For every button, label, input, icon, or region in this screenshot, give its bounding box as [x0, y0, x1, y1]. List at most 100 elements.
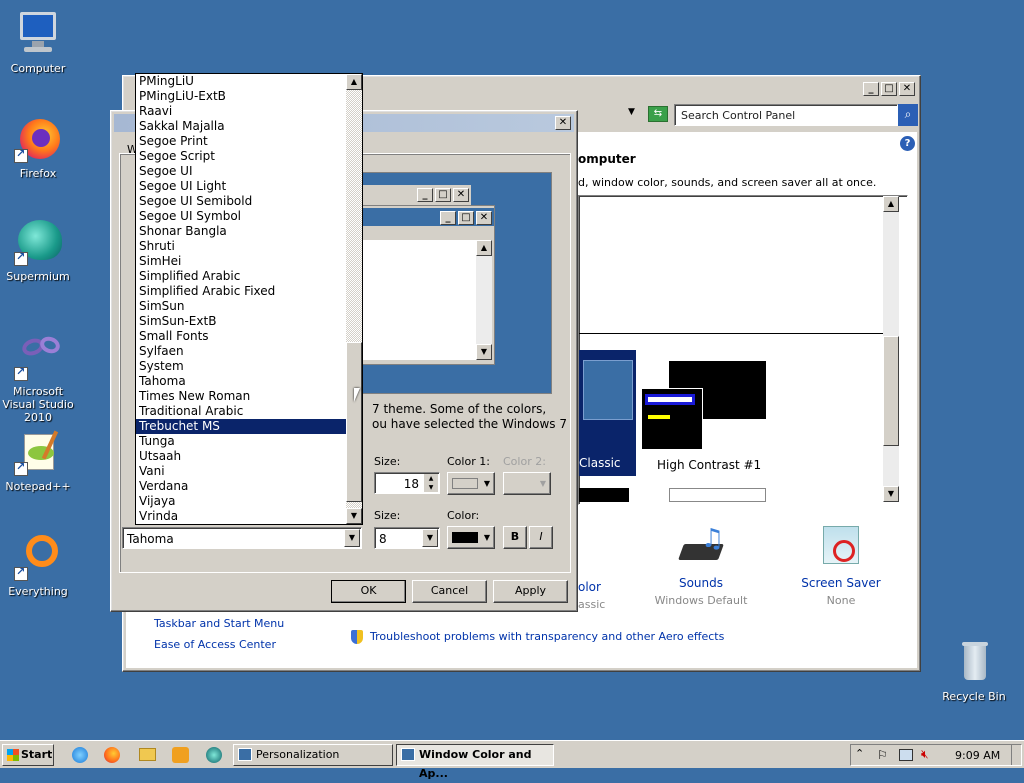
scroll-up-arrow-icon[interactable]: ▲ — [346, 74, 362, 90]
show-desktop-button[interactable] — [1011, 745, 1021, 765]
clock[interactable]: 9:09 AM — [955, 749, 1000, 762]
font-color-picker[interactable]: ▼ — [447, 526, 495, 549]
font-list-item[interactable]: System — [136, 359, 346, 374]
font-list-item[interactable]: Simplified Arabic — [136, 269, 346, 284]
volume-muted-icon[interactable]: 🔇︎ — [921, 747, 929, 762]
theme-preview-partial[interactable] — [579, 488, 629, 502]
font-list-item[interactable]: Segoe UI Light — [136, 179, 346, 194]
bold-button[interactable]: B — [503, 526, 527, 549]
font-list-item[interactable]: Raavi — [136, 104, 346, 119]
desktop-icon-computer[interactable]: Computer — [0, 10, 80, 75]
desktop-icon-label: Notepad++ — [5, 480, 71, 493]
font-list-item[interactable]: Traditional Arabic — [136, 404, 346, 419]
font-list-item[interactable]: Sakkal Majalla — [136, 119, 346, 134]
sounds-label: Sounds — [678, 576, 724, 590]
theme-classic-selected[interactable]: Classic — [579, 350, 636, 476]
font-size-select[interactable]: 8 ▼ — [374, 527, 440, 549]
font-list-item[interactable]: SimSun — [136, 299, 346, 314]
stepper-down-arrow-icon[interactable]: ▼ — [424, 483, 438, 492]
cancel-button[interactable]: Cancel — [412, 580, 487, 603]
desktop-icon-firefox[interactable]: Firefox — [0, 115, 80, 180]
font-list-item[interactable]: PMingLiU-ExtB — [136, 89, 346, 104]
font-list-item-selected[interactable]: Trebuchet MS — [136, 419, 346, 434]
color1-picker[interactable]: ▼ — [447, 472, 495, 495]
font-list-item[interactable]: Segoe Script — [136, 149, 346, 164]
font-list-scrollbar[interactable]: ▲ ▼ — [346, 74, 362, 524]
font-list-item[interactable]: Times New Roman — [136, 389, 346, 404]
font-list-item[interactable]: SimSun-ExtB — [136, 314, 346, 329]
desktop-icon-supermium[interactable]: Supermium — [0, 218, 80, 283]
troubleshoot-aero-link[interactable]: Troubleshoot problems with transparency … — [370, 630, 724, 643]
shortcut-arrow-icon — [14, 460, 28, 476]
font-list-item[interactable]: Vijaya — [136, 494, 346, 509]
address-dropdown-arrow-icon[interactable]: ▼ — [628, 107, 635, 117]
italic-button[interactable]: I — [529, 526, 553, 549]
apply-button[interactable]: Apply — [493, 580, 568, 603]
font-list-item[interactable]: Segoe Print — [136, 134, 346, 149]
font-list-item[interactable]: SimHei — [136, 254, 346, 269]
quicklaunch-explorer-icon[interactable] — [139, 748, 156, 761]
recycle-bin-icon — [950, 638, 998, 686]
close-button[interactable]: ✕ — [899, 82, 915, 96]
chevron-down-icon[interactable]: ▼ — [422, 529, 438, 547]
theme-gallery[interactable]: ▲ ▼ Classic High Contrast #1 — [578, 195, 908, 505]
ok-button[interactable]: OK — [331, 580, 406, 603]
font-list-item[interactable]: Segoe UI — [136, 164, 346, 179]
item-size-stepper[interactable]: 18 ▲ ▼ — [374, 472, 440, 494]
chevron-down-icon[interactable]: ▼ — [344, 529, 360, 547]
font-list-item[interactable]: Shruti — [136, 239, 346, 254]
font-dropdown-list[interactable]: PMingLiU PMingLiU-ExtB Raavi Sakkal Majalla… — [135, 73, 363, 525]
font-list-item[interactable]: Sylfaen — [136, 344, 346, 359]
theme-preview-partial[interactable] — [669, 488, 766, 502]
font-list-item[interactable]: Vrinda — [136, 509, 346, 524]
sounds-item[interactable]: ♫ Sounds Windows Default — [646, 522, 756, 607]
ease-of-access-link[interactable]: Ease of Access Center — [154, 638, 276, 651]
desktop-icon-everything[interactable]: Everything — [0, 533, 80, 598]
screen-saver-item[interactable]: Screen Saver None — [786, 522, 896, 607]
scroll-thumb[interactable] — [883, 336, 899, 446]
shortcut-arrow-icon — [14, 147, 28, 163]
dialog-close-button[interactable]: ✕ — [555, 116, 571, 130]
scroll-down-arrow-icon[interactable]: ▼ — [883, 486, 899, 502]
quicklaunch-media-player-icon[interactable] — [172, 747, 189, 763]
font-list-item[interactable]: Tunga — [136, 434, 346, 449]
font-list-item[interactable]: Segoe UI Symbol — [136, 209, 346, 224]
font-list-item[interactable]: Shonar Bangla — [136, 224, 346, 239]
search-icon[interactable]: ⌕ — [898, 104, 918, 126]
quicklaunch-firefox-icon[interactable] — [104, 747, 120, 763]
scroll-thumb[interactable] — [346, 342, 362, 502]
font-list-item[interactable]: Tahoma — [136, 374, 346, 389]
color2-picker[interactable]: ▼ — [503, 472, 551, 495]
quicklaunch-supermium-icon[interactable] — [206, 747, 222, 763]
network-icon[interactable] — [899, 749, 913, 761]
maximize-button[interactable]: □ — [881, 82, 897, 96]
task-personalization[interactable]: Personalization — [233, 744, 393, 766]
font-list-item[interactable]: Verdana — [136, 479, 346, 494]
desktop-icon-visual-studio[interactable]: Microsoft Visual Studio 2010 — [0, 333, 80, 424]
font-list-item[interactable]: Small Fonts — [136, 329, 346, 344]
stepper-up-arrow-icon[interactable]: ▲ — [424, 474, 438, 483]
font-list-item[interactable]: Vani — [136, 464, 346, 479]
help-icon[interactable]: ? — [900, 136, 915, 151]
action-center-flag-icon[interactable]: ⚐ — [877, 748, 888, 762]
quicklaunch-ie-icon[interactable] — [72, 747, 88, 763]
taskbar-start-menu-link[interactable]: Taskbar and Start Menu — [154, 617, 284, 630]
show-hidden-icons-chevron-icon[interactable]: ⌃ — [855, 747, 864, 760]
minimize-button[interactable]: _ — [863, 82, 879, 96]
font-select[interactable]: Tahoma ▼ — [122, 527, 362, 549]
font-list-item[interactable]: Segoe UI Semibold — [136, 194, 346, 209]
search-input[interactable]: Search Control Panel — [674, 104, 898, 126]
scroll-up-arrow-icon[interactable]: ▲ — [883, 196, 899, 212]
font-list-item[interactable]: Simplified Arabic Fixed — [136, 284, 346, 299]
font-list-item[interactable]: Utsaah — [136, 449, 346, 464]
theme-gallery-scrollbar[interactable]: ▲ ▼ — [883, 196, 899, 502]
font-list-item[interactable]: PMingLiU — [136, 74, 346, 89]
desktop-icon-notepad-plus-plus[interactable]: Notepad++ — [0, 428, 80, 493]
scroll-down-arrow-icon[interactable]: ▼ — [346, 508, 362, 524]
font-size-value: 8 — [379, 532, 387, 546]
desktop-icon-recycle-bin[interactable]: Recycle Bin — [932, 638, 1016, 703]
windows-logo-icon — [7, 749, 19, 761]
task-window-color-appearance[interactable]: Window Color and Ap... — [396, 744, 554, 780]
start-button[interactable]: Start — [2, 744, 54, 766]
refresh-icon[interactable]: ⇆ — [648, 106, 668, 122]
